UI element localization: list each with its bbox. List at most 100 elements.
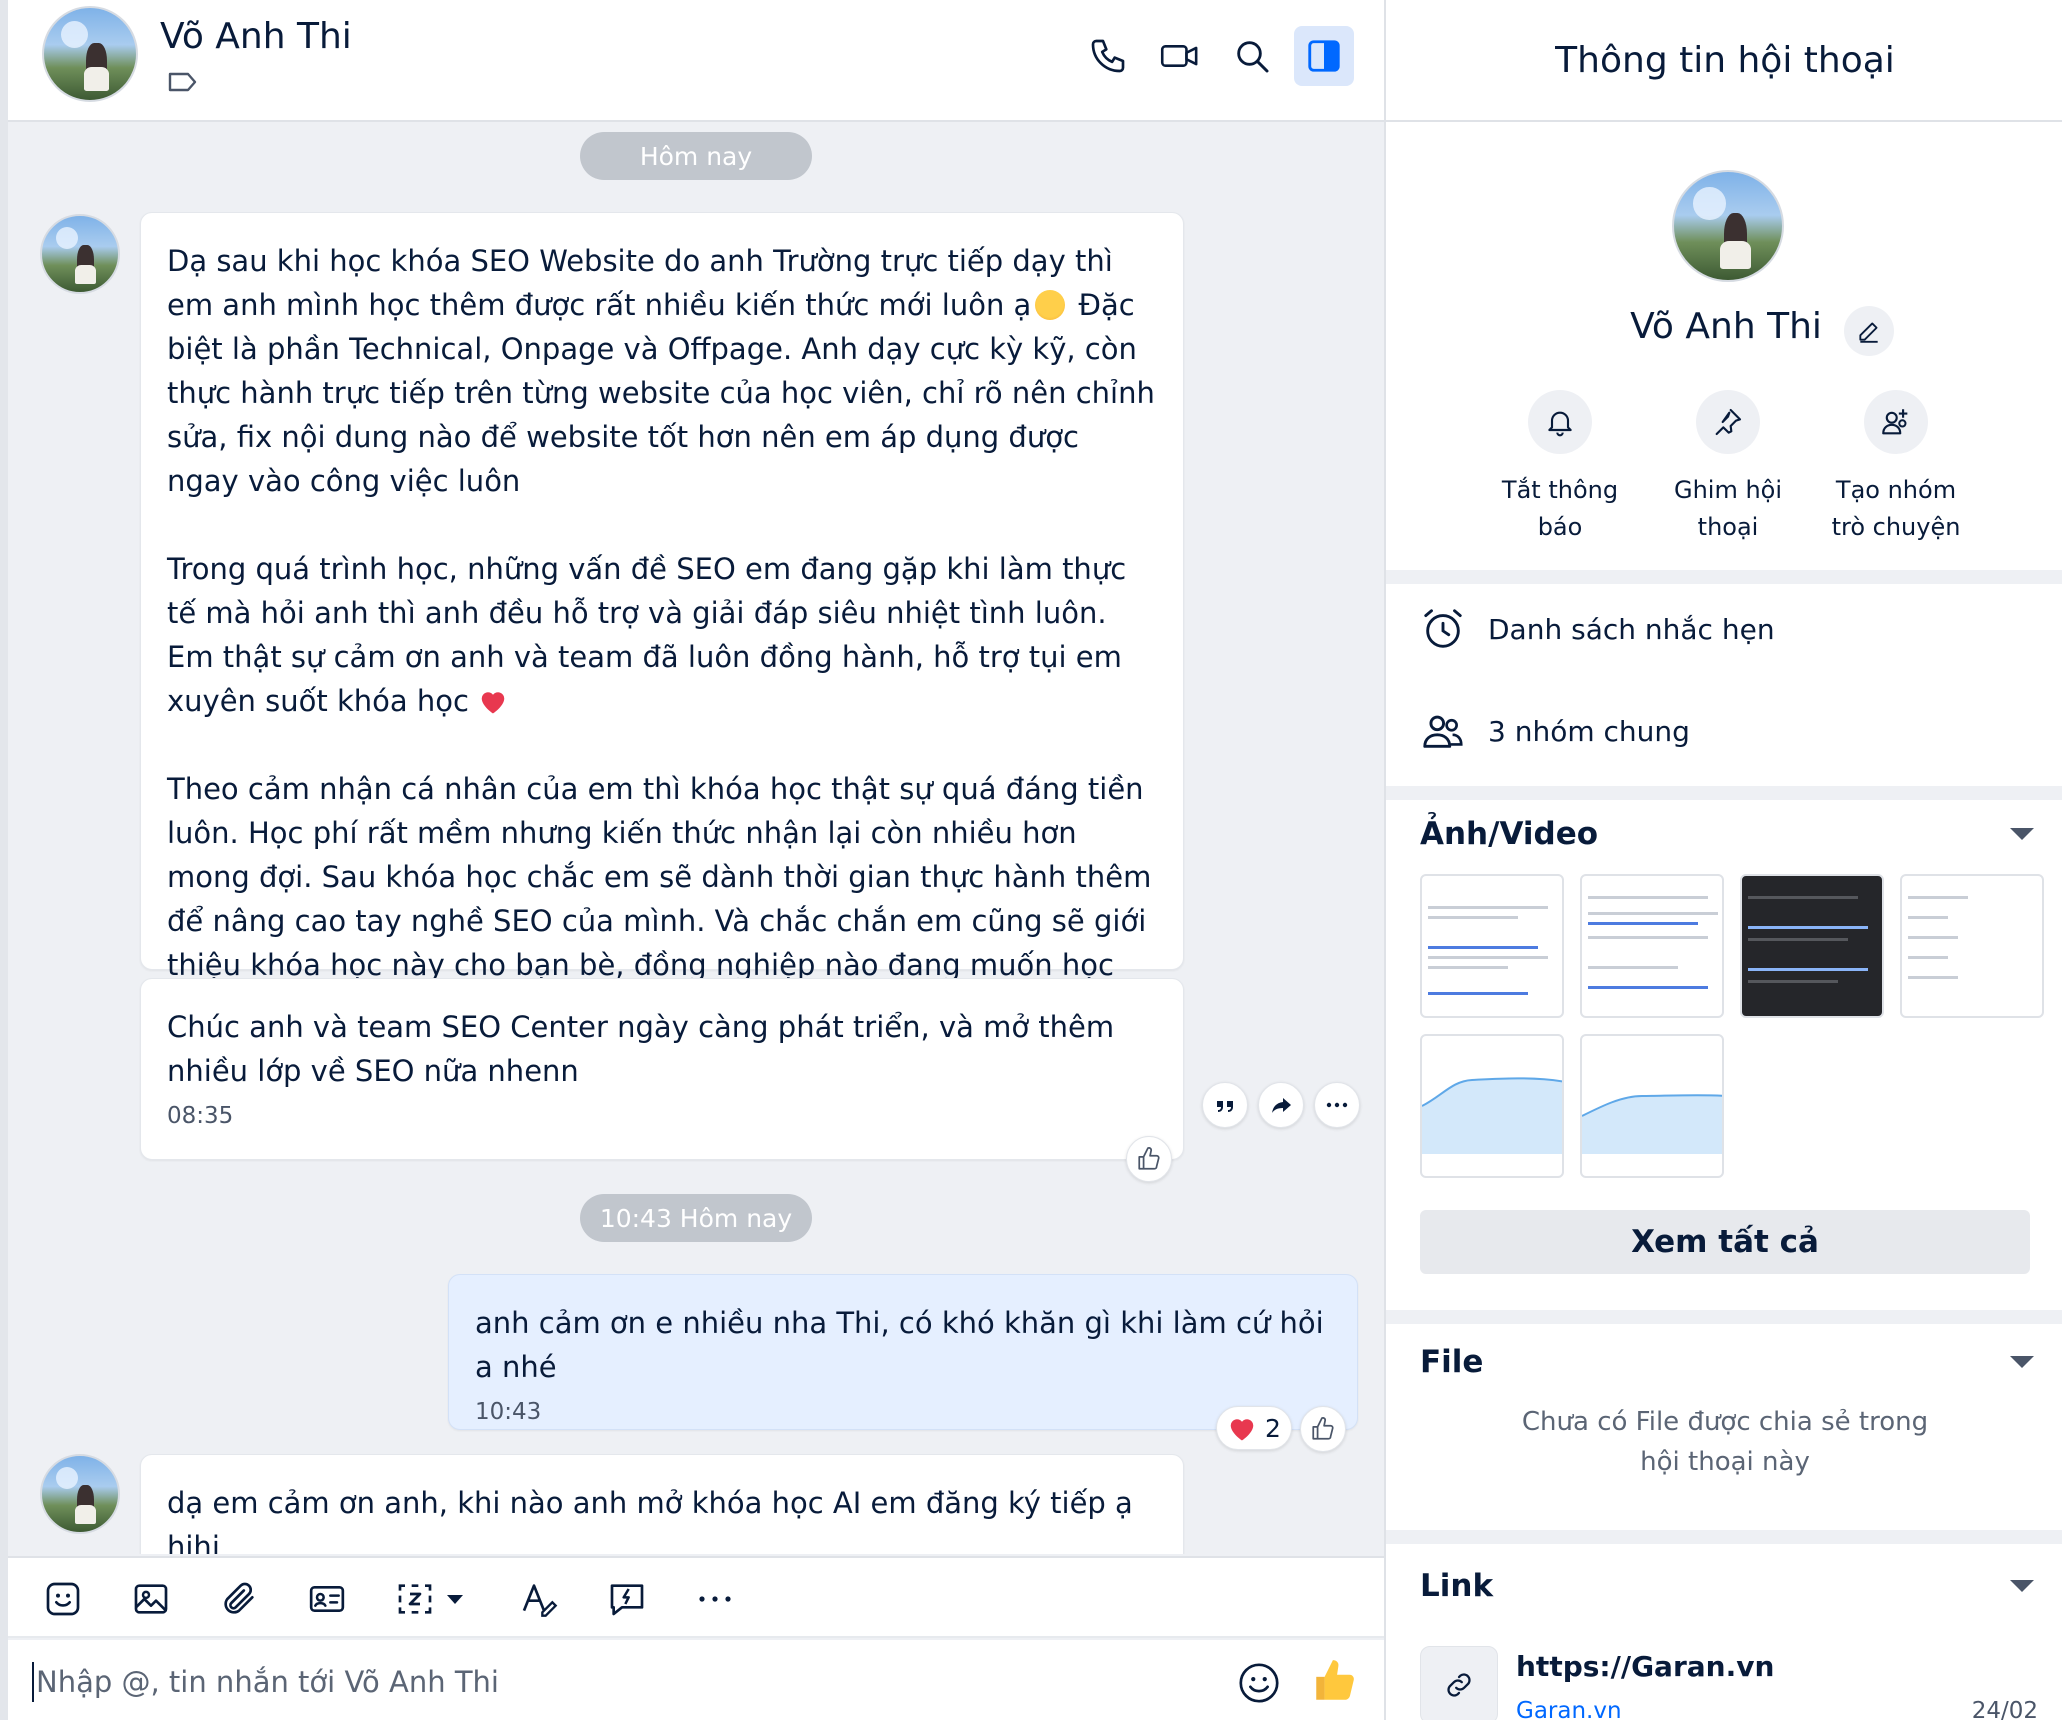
message-text-part: Trong quá trình học, những vấn đề SEO em… xyxy=(167,552,1136,718)
action-label: Ghim hội thoại xyxy=(1673,476,1783,541)
mute-notifications-action[interactable]: Tắt thông báo xyxy=(1480,390,1640,546)
collapse-media-toggle[interactable] xyxy=(2010,828,2034,840)
send-image-button[interactable] xyxy=(126,1574,176,1624)
sticker-icon xyxy=(46,1582,80,1616)
quick-like-button[interactable] xyxy=(1310,1656,1360,1706)
media-thumbnail[interactable] xyxy=(1420,874,1564,1018)
sidebar-panel-icon xyxy=(1308,40,1340,72)
screenshot-icon xyxy=(398,1584,432,1614)
media-thumbnail[interactable] xyxy=(1580,874,1724,1018)
reaction-count: 2 xyxy=(1265,1413,1281,1443)
media-thumbnail[interactable] xyxy=(1420,1034,1564,1178)
tag-icon[interactable] xyxy=(166,70,198,98)
pencil-icon xyxy=(1859,322,1878,343)
quick-message-icon xyxy=(610,1584,644,1616)
thumbs-up-icon xyxy=(1316,1660,1354,1700)
message-text: dạ em cảm ơn anh, khi nào anh mở khóa họ… xyxy=(167,1486,1143,1554)
chat-header: Võ Anh Thi xyxy=(8,0,1384,122)
thumbs-up-icon xyxy=(1138,1147,1160,1170)
group-users-icon xyxy=(1423,715,1463,748)
alarm-clock-icon xyxy=(1424,609,1462,648)
message-list[interactable]: Hôm nay Dạ sau khi học khóa SEO Website … xyxy=(8,124,1384,1554)
profile-avatar[interactable] xyxy=(1672,170,1784,282)
quick-message-button[interactable] xyxy=(602,1574,652,1624)
quote-button[interactable] xyxy=(1202,1082,1248,1128)
more-options-button[interactable] xyxy=(1314,1082,1360,1128)
text-format-icon xyxy=(522,1584,558,1617)
my-message-bubble[interactable]: anh cảm ơn e nhiều nha Thi, có khó khăn … xyxy=(448,1274,1358,1430)
edit-name-button[interactable] xyxy=(1844,306,1894,356)
screenshot-options-dropdown[interactable] xyxy=(440,1574,470,1624)
message-text: Chúc anh và team SEO Center ngày càng ph… xyxy=(167,1010,1124,1088)
forward-button[interactable] xyxy=(1258,1082,1304,1128)
red-heart-emoji xyxy=(478,684,508,718)
row-label: Danh sách nhắc hẹn xyxy=(1488,612,1775,646)
message-input[interactable] xyxy=(36,1654,1186,1710)
attach-file-button[interactable] xyxy=(214,1574,264,1624)
message-time: 10:43 xyxy=(475,1399,542,1425)
like-reaction-button[interactable] xyxy=(1126,1136,1172,1182)
pin-conversation-action[interactable]: Ghim hội thoại xyxy=(1648,390,1808,546)
composer-toolbar xyxy=(8,1556,1384,1638)
video-icon xyxy=(1160,45,1198,67)
action-label: Tắt thông báo xyxy=(1501,476,1619,541)
section-divider xyxy=(1386,1530,2062,1544)
media-section-title: Ảnh/Video xyxy=(1420,816,1599,852)
send-contact-card-button[interactable] xyxy=(302,1574,352,1624)
video-call-button[interactable] xyxy=(1150,26,1210,86)
search-button[interactable] xyxy=(1222,26,1282,86)
collapse-link-toggle[interactable] xyxy=(2010,1580,2034,1592)
file-empty-state: Chưa có File được chia sẻ trong hội thoạ… xyxy=(1521,1407,1929,1477)
message-text: anh cảm ơn e nhiều nha Thi, có khó khăn … xyxy=(475,1306,1333,1384)
smiley-icon xyxy=(1239,1663,1279,1703)
media-thumbnail[interactable] xyxy=(1580,1034,1724,1178)
text-format-button[interactable] xyxy=(514,1574,564,1624)
message-text: Trong quá trình học, những vấn đề SEO em… xyxy=(167,547,1157,723)
see-all-media-button[interactable]: Xem tất cả xyxy=(1420,1210,2030,1274)
profile-name: Võ Anh Thi xyxy=(1630,306,1822,347)
collapse-file-toggle[interactable] xyxy=(2010,1356,2034,1368)
reaction-summary[interactable]: 2 xyxy=(1216,1406,1292,1450)
message-time: 08:35 xyxy=(167,1103,234,1129)
message-text: Dạ sau khi học khóa SEO Website do anh T… xyxy=(167,239,1157,503)
screenshot-button[interactable] xyxy=(390,1574,440,1624)
conversation-info-panel: Thông tin hội thoại Võ Anh Thi Tắt thông… xyxy=(1384,0,2062,1720)
reminder-list-row[interactable]: Danh sách nhắc hẹn xyxy=(1420,606,1775,652)
heart-icon xyxy=(1230,1419,1254,1441)
thumbs-up-icon xyxy=(1312,1417,1334,1440)
section-divider xyxy=(1386,1310,2062,1324)
contact-avatar[interactable] xyxy=(42,6,138,102)
message-bubble[interactable]: Chúc anh và team SEO Center ngày càng ph… xyxy=(140,978,1184,1160)
smiling-face-with-hearts-emoji xyxy=(1035,290,1066,320)
voice-call-button[interactable] xyxy=(1078,26,1138,86)
sender-avatar[interactable] xyxy=(40,214,120,294)
section-divider xyxy=(1386,570,2062,584)
common-groups-row[interactable]: 3 nhóm chung xyxy=(1420,708,1690,754)
sticker-button[interactable] xyxy=(38,1574,88,1624)
link-section-title: Link xyxy=(1420,1568,1494,1604)
caret-down-icon xyxy=(447,1595,463,1604)
media-thumbnail[interactable] xyxy=(1740,874,1884,1018)
toggle-info-panel-button[interactable] xyxy=(1294,26,1354,86)
create-group-action[interactable]: Tạo nhóm trò chuyện xyxy=(1816,390,1976,546)
media-thumbnail[interactable] xyxy=(1900,874,2044,1018)
search-icon xyxy=(1237,41,1269,73)
link-item[interactable] xyxy=(1420,1646,1498,1720)
link-date: 24/02 xyxy=(1971,1698,2038,1720)
app: Võ Anh Thi Hôm nay Dạ sau khi học khóa S… xyxy=(0,0,2062,1720)
link-title[interactable]: https://Garan.vn xyxy=(1516,1650,1774,1683)
emoji-picker-button[interactable] xyxy=(1236,1660,1282,1706)
pin-icon xyxy=(1715,408,1742,436)
message-text-part: Dạ sau khi học khóa SEO Website do anh T… xyxy=(167,244,1122,322)
message-bubble[interactable]: dạ em cảm ơn anh, khi nào anh mở khóa họ… xyxy=(140,1454,1184,1554)
contact-name[interactable]: Võ Anh Thi xyxy=(160,16,352,57)
more-tools-button[interactable] xyxy=(690,1574,740,1624)
link-icon xyxy=(1447,1673,1471,1697)
row-label: 3 nhóm chung xyxy=(1488,714,1690,748)
paperclip-icon xyxy=(224,1582,254,1614)
link-domain[interactable]: Garan.vn xyxy=(1516,1698,1622,1720)
message-bubble[interactable]: Dạ sau khi học khóa SEO Website do anh T… xyxy=(140,212,1184,1026)
bell-icon xyxy=(1548,411,1572,437)
like-reaction-button[interactable] xyxy=(1300,1406,1346,1452)
sender-avatar[interactable] xyxy=(40,1454,120,1534)
